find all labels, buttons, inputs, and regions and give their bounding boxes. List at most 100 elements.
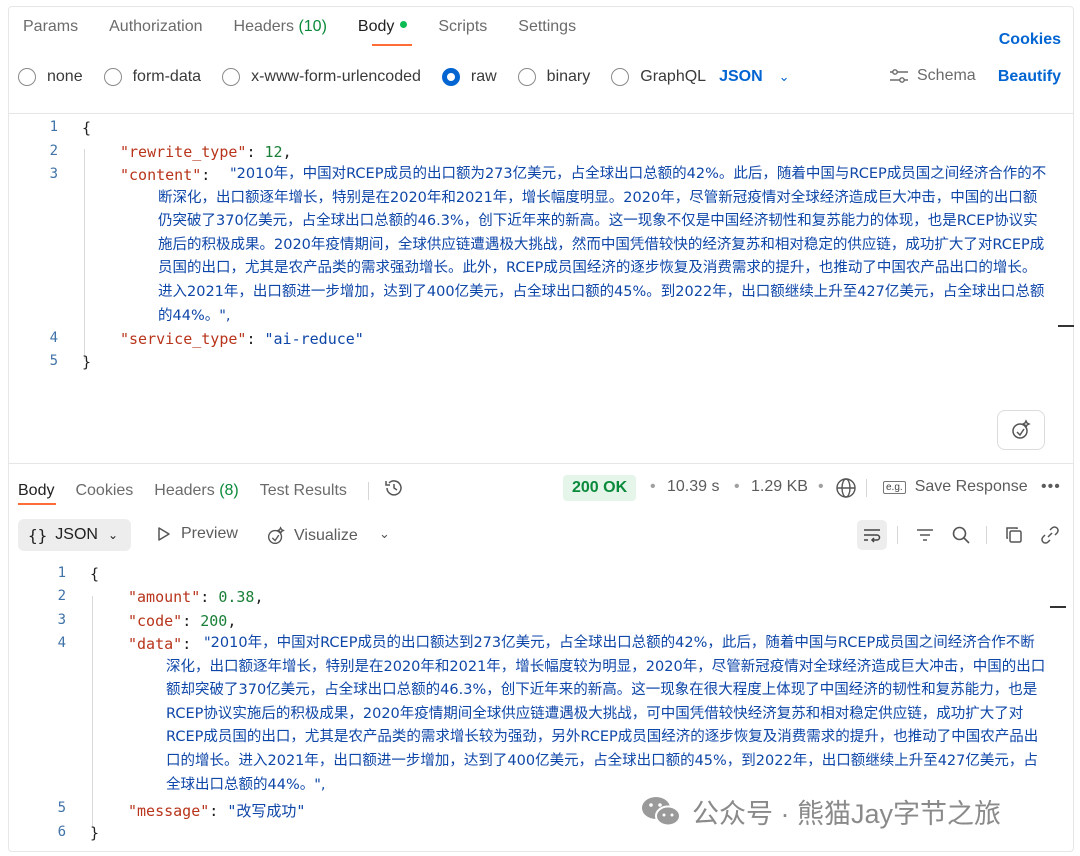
beautify-link[interactable]: Beautify (998, 68, 1061, 86)
magic-wand-icon (1012, 419, 1031, 439)
link-icon[interactable] (1035, 520, 1065, 550)
schema-button[interactable]: Schema (889, 67, 976, 85)
response-size[interactable]: 1.29 KB (751, 478, 808, 496)
separator-dot: • (734, 478, 740, 495)
chevron-down-icon: ⌄ (778, 69, 790, 84)
radio-circle-selected (441, 68, 460, 86)
preview-button[interactable]: Preview (155, 525, 238, 543)
tab-body-label: Body (357, 18, 395, 35)
scrollbar-thumb[interactable] (1058, 325, 1074, 327)
tab-params[interactable]: Params (23, 18, 78, 44)
visualize-label: Visualize (294, 527, 358, 544)
tab-headers[interactable]: Headers (10) (234, 18, 327, 44)
response-time[interactable]: 10.39 s (667, 478, 719, 496)
data-value: "2010年，中国对RCEP成员的出口额达到273亿美元，占全球出口总额的42%… (166, 635, 1046, 793)
line-number: 1 (49, 119, 58, 135)
radio-label: binary (546, 68, 591, 85)
wrap-lines-icon[interactable] (857, 520, 887, 550)
tab-body[interactable]: Body (357, 18, 408, 44)
save-response-button[interactable]: e.g. Save Response (883, 478, 1028, 496)
line-number: 6 (57, 824, 66, 840)
tab-headers-label: Headers (233, 18, 299, 35)
json-brace: { (90, 565, 100, 583)
radio-label: form-data (132, 68, 202, 85)
globe-icon[interactable] (835, 477, 857, 504)
radio-binary[interactable]: binary (517, 68, 591, 86)
res-tab-headers[interactable]: Headers (8) (154, 482, 238, 500)
ai-assist-button[interactable] (997, 410, 1045, 450)
radio-circle (222, 68, 241, 86)
res-tab-headers-label: Headers (154, 481, 220, 499)
radio-label: none (47, 68, 83, 85)
res-tab-body[interactable]: Body (18, 482, 54, 500)
indent-guide (92, 596, 93, 828)
json-string: "改写成功" (227, 802, 306, 820)
watermark-text: 公众号 · 熊猫Jay字节之旅 (692, 799, 1002, 829)
wechat-icon (642, 796, 681, 826)
play-icon (158, 527, 170, 541)
separator (866, 479, 867, 497)
radio-x-www-form-urlencoded[interactable]: x-www-form-urlencoded (222, 68, 421, 86)
history-icon[interactable] (383, 478, 405, 503)
chevron-down-icon[interactable]: ⌄ (379, 526, 390, 542)
radio-circle (18, 68, 36, 86)
line-number: 1 (57, 565, 66, 581)
separator (897, 526, 898, 544)
line-number: 5 (57, 800, 66, 816)
chevron-down-icon: ⌄ (107, 528, 118, 542)
line-number: 5 (49, 353, 58, 369)
panel-divider[interactable] (8, 463, 1074, 464)
radio-form-data[interactable]: form-data (103, 68, 202, 86)
json-brace: } (82, 353, 92, 371)
json-key: "amount" (128, 588, 201, 606)
copy-icon[interactable] (999, 520, 1029, 550)
watermark: 公众号 · 熊猫Jay字节之旅 (640, 792, 1001, 831)
content-value: "2010年，中国对RCEP成员的出口额为273亿美元，占全球出口总额的42%。… (158, 166, 1047, 324)
save-response-label: Save Response (914, 478, 1028, 495)
json-key: "message" (128, 802, 210, 820)
cookies-link[interactable]: Cookies (999, 31, 1061, 49)
status-badge[interactable]: 200 OK (563, 475, 637, 501)
json-number: 0.38 (218, 588, 255, 606)
body-modified-dot (400, 21, 408, 29)
filter-icon[interactable] (910, 520, 940, 550)
schema-label: Schema (917, 67, 976, 84)
json-braces-icon: {} (28, 525, 48, 545)
json-key: "service_type" (120, 330, 247, 348)
line-number: 2 (49, 143, 58, 159)
example-icon: e.g. (883, 480, 906, 494)
res-tab-test-results[interactable]: Test Results (260, 482, 347, 500)
scrollbar-thumb[interactable] (1050, 606, 1066, 608)
radio-circle (517, 68, 536, 86)
radio-graphql[interactable]: GraphQL (611, 68, 706, 86)
tab-authorization[interactable]: Authorization (109, 18, 202, 44)
response-format-dropdown[interactable]: {} JSON ⌄ (18, 519, 131, 551)
line-number: 4 (49, 330, 58, 346)
active-tab-indicator (372, 44, 412, 46)
language-dropdown[interactable]: JSON ⌄ (719, 68, 789, 86)
line-number: 3 (57, 612, 66, 628)
line-number: 3 (49, 166, 58, 182)
schema-icon (890, 69, 908, 83)
radio-label: x-www-form-urlencoded (251, 68, 421, 85)
response-tabs: Body Cookies Headers (8) Test Results (18, 478, 405, 503)
more-options-icon[interactable]: ••• (1041, 478, 1061, 496)
language-label: JSON (719, 68, 763, 85)
visualize-icon (267, 526, 285, 545)
res-tab-cookies[interactable]: Cookies (75, 482, 133, 500)
preview-label: Preview (181, 525, 238, 542)
radio-circle (103, 68, 122, 86)
visualize-button[interactable]: Visualize (265, 525, 358, 547)
json-key: "rewrite_type" (120, 143, 247, 161)
request-body-editor[interactable]: 1 { 2 "rewrite_type": 12, 3 "content": "… (8, 115, 1048, 460)
search-icon[interactable] (946, 520, 976, 550)
active-res-tab-indicator (18, 503, 56, 505)
tab-scripts[interactable]: Scripts (438, 18, 487, 44)
request-tabs: Params Authorization Headers (10) Body S… (23, 18, 607, 44)
indent-guide (84, 149, 85, 359)
tab-settings[interactable]: Settings (518, 18, 576, 44)
divider (8, 113, 1074, 114)
radio-none[interactable]: none (18, 68, 83, 86)
radio-raw[interactable]: raw (441, 68, 497, 86)
json-string-content: "2010年，中国对RCEP成员的出口额为273亿美元，占全球出口总额的42%。… (158, 166, 1047, 324)
